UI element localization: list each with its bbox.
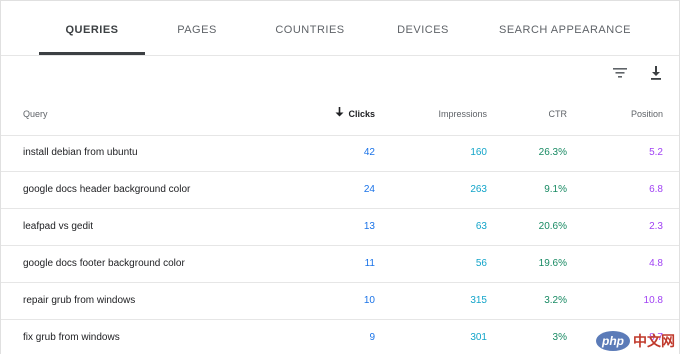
column-header-query[interactable]: Query xyxy=(23,97,48,135)
query-cell: leafpad vs gedit xyxy=(23,221,94,232)
impressions-cell: 63 xyxy=(475,221,487,232)
column-header-clicks[interactable]: Clicks xyxy=(301,97,375,135)
clicks-cell: 11 xyxy=(364,258,375,269)
table-body: install debian from ubuntu 42 160 26.3% … xyxy=(1,135,679,354)
ctr-cell: 20.6% xyxy=(538,221,567,232)
php-logo: php xyxy=(596,331,630,351)
impressions-cell: 160 xyxy=(470,147,487,158)
ctr-cell: 26.3% xyxy=(538,147,567,158)
download-icon[interactable] xyxy=(644,61,668,85)
tab-queries[interactable]: QUERIES xyxy=(39,1,145,55)
position-cell: 6.8 xyxy=(649,184,663,195)
impressions-cell: 263 xyxy=(470,184,487,195)
clicks-cell: 42 xyxy=(363,147,375,158)
position-cell: 10.8 xyxy=(643,295,663,306)
tab-countries[interactable]: COUNTRIES xyxy=(269,1,351,55)
table-header: Query Clicks Impressions CTR Position xyxy=(1,97,679,136)
ctr-cell: 3.2% xyxy=(544,295,567,306)
ctr-cell: 3% xyxy=(552,332,567,343)
tab-devices[interactable]: DEVICES xyxy=(389,1,457,55)
query-cell: fix grub from windows xyxy=(23,332,120,343)
position-cell: 5.2 xyxy=(649,147,663,158)
impressions-cell: 301 xyxy=(470,332,487,343)
position-cell: 2.3 xyxy=(649,221,663,232)
column-header-position[interactable]: Position xyxy=(601,97,663,135)
position-cell: 4.8 xyxy=(649,258,663,269)
query-cell: repair grub from windows xyxy=(23,295,136,306)
impressions-cell: 315 xyxy=(470,295,487,306)
clicks-cell: 13 xyxy=(363,221,375,232)
active-tab-indicator xyxy=(39,52,145,55)
clicks-cell: 24 xyxy=(363,184,375,195)
column-header-impressions[interactable]: Impressions xyxy=(401,97,487,135)
table-row[interactable]: google docs header background color 24 2… xyxy=(1,172,679,209)
impressions-cell: 56 xyxy=(475,258,487,269)
arrow-down-icon xyxy=(335,97,344,131)
watermark-text: 中文网 xyxy=(633,334,675,350)
site-watermark: php 中文网 xyxy=(596,330,675,352)
query-cell: google docs header background color xyxy=(23,184,191,195)
query-cell: google docs footer background color xyxy=(23,258,185,269)
column-header-clicks-label: Clicks xyxy=(348,109,375,119)
table-row[interactable]: install debian from ubuntu 42 160 26.3% … xyxy=(1,135,679,172)
table-row[interactable]: repair grub from windows 10 315 3.2% 10.… xyxy=(1,283,679,320)
clicks-cell: 9 xyxy=(369,332,375,343)
table-row[interactable]: google docs footer background color 11 5… xyxy=(1,246,679,283)
performance-report-panel: QUERIES PAGES COUNTRIES DEVICES SEARCH A… xyxy=(0,0,680,354)
filter-icon[interactable] xyxy=(608,61,632,85)
ctr-cell: 19.6% xyxy=(538,258,567,269)
tab-search-appearance[interactable]: SEARCH APPEARANCE xyxy=(499,1,630,55)
clicks-cell: 10 xyxy=(363,295,375,306)
column-header-ctr[interactable]: CTR xyxy=(511,97,568,135)
report-tabs: QUERIES PAGES COUNTRIES DEVICES SEARCH A… xyxy=(1,1,679,56)
table-row[interactable]: fix grub from windows 9 301 3% 8.7 xyxy=(1,320,679,354)
table-row[interactable]: leafpad vs gedit 13 63 20.6% 2.3 xyxy=(1,209,679,246)
query-cell: install debian from ubuntu xyxy=(23,147,138,158)
ctr-cell: 9.1% xyxy=(544,184,567,195)
tab-pages[interactable]: PAGES xyxy=(161,1,233,55)
